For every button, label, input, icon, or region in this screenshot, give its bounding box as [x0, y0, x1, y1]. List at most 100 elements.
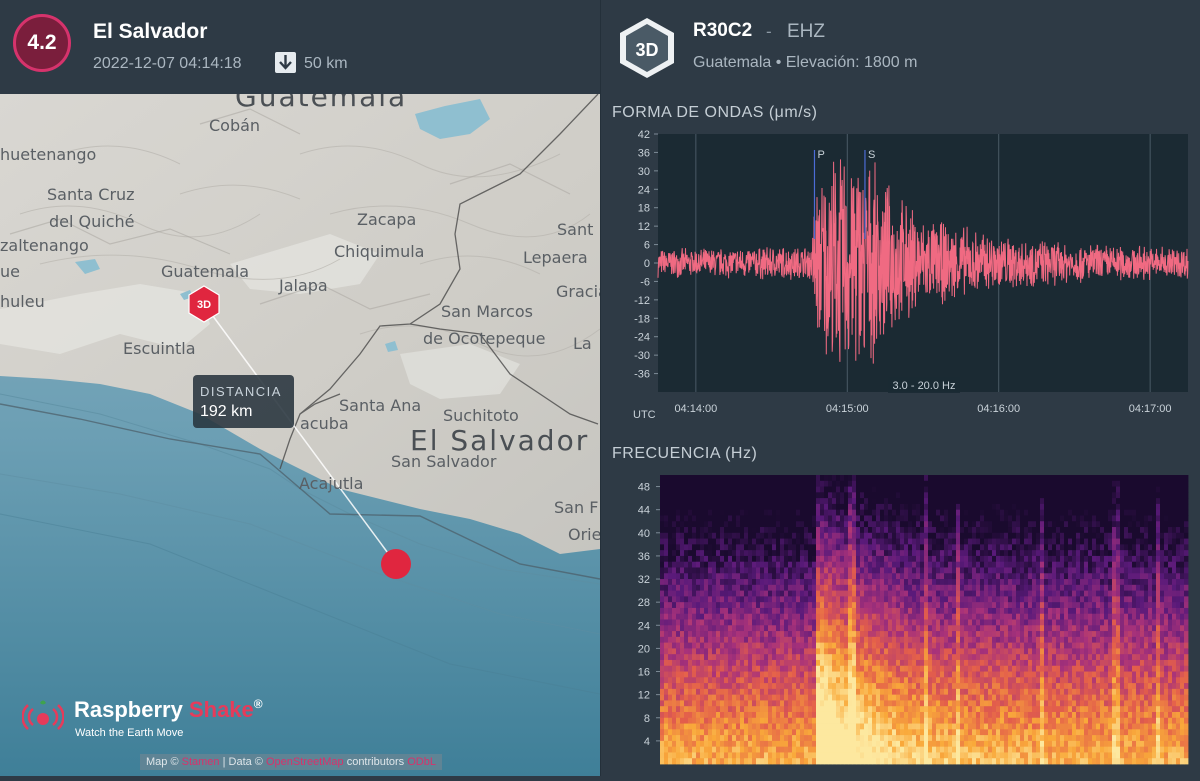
spectrogram-cell — [988, 672, 992, 678]
spectrogram-cell — [856, 637, 860, 643]
spectrogram-cell — [924, 735, 928, 741]
spectrogram-cell — [800, 741, 804, 747]
spectrogram-cell — [820, 602, 824, 608]
spectrogram-cell — [796, 683, 800, 689]
attribution-link[interactable]: OpenStreetMap — [266, 756, 344, 768]
spectrogram-cell — [884, 533, 888, 539]
spectrogram-cell — [660, 648, 664, 654]
spectrogram-cell — [880, 562, 884, 568]
spectrogram-cell — [832, 689, 836, 695]
spectrogram-cell — [940, 579, 944, 585]
spectrogram-cell — [832, 562, 836, 568]
spectrogram-cell — [1048, 689, 1052, 695]
spectrogram-cell — [968, 741, 972, 747]
spectrogram-cell — [784, 556, 788, 562]
spectrogram-cell — [1020, 591, 1024, 597]
spectrogram-cell — [1028, 504, 1032, 510]
spectrogram-cell — [880, 758, 884, 764]
spectrogram-cell — [864, 562, 868, 568]
spectrogram-cell — [764, 712, 768, 718]
attribution-link[interactable]: ODbL — [407, 756, 436, 768]
spectrogram-cell — [772, 718, 776, 724]
spectrogram-cell — [944, 550, 948, 556]
y-tick-label: -18 — [634, 313, 650, 325]
spectrogram-cell — [812, 608, 816, 614]
spectrogram-cell — [820, 556, 824, 562]
station-location: Guatemala • Elevación: 1800 m — [693, 54, 917, 72]
spectrogram-chart[interactable]: 4844403632282420161284 — [600, 470, 1200, 776]
spectrogram-cell — [732, 596, 736, 602]
spectrogram-cell — [728, 689, 732, 695]
spectrogram-cell — [804, 608, 808, 614]
spectrogram-cell — [884, 648, 888, 654]
spectrogram-cell — [976, 608, 980, 614]
spectrogram-cell — [956, 579, 960, 585]
spectrogram-cell — [796, 579, 800, 585]
spectrogram-cell — [684, 492, 688, 498]
spectrogram-cell — [696, 666, 700, 672]
spectrogram-cell — [752, 475, 756, 481]
spectrogram-cell — [844, 527, 848, 533]
spectrogram-cell — [992, 689, 996, 695]
spectrogram-cell — [880, 591, 884, 597]
spectrogram-cell — [932, 666, 936, 672]
spectrogram-cell — [1000, 654, 1004, 660]
spectrogram-cell — [1008, 481, 1012, 487]
spectrogram-cell — [964, 556, 968, 562]
spectrogram-cell — [836, 683, 840, 689]
spectrogram-cell — [664, 700, 668, 706]
spectrogram-cell — [684, 741, 688, 747]
spectrogram-cell — [688, 752, 692, 758]
spectrogram-cell — [1032, 718, 1036, 724]
spectrogram-cell — [724, 510, 728, 516]
spectrogram-cell — [860, 672, 864, 678]
spectrogram-cell — [752, 573, 756, 579]
spectrogram-cell — [948, 550, 952, 556]
spectrogram-cell — [992, 677, 996, 683]
spectrogram-cell — [820, 637, 824, 643]
spectrogram-cell — [912, 504, 916, 510]
spectrogram-cell — [844, 498, 848, 504]
filter-label: 3.0 - 20.0 Hz — [893, 380, 956, 392]
spectrogram-cell — [800, 672, 804, 678]
spectrogram-cell — [768, 625, 772, 631]
spectrogram-cell — [952, 758, 956, 764]
spectrogram-cell — [896, 677, 900, 683]
spectrogram-cell — [860, 521, 864, 527]
spectrogram-cell — [940, 689, 944, 695]
spectrogram-cell — [928, 562, 932, 568]
spectrogram-cell — [876, 648, 880, 654]
spectrogram-cell — [816, 481, 820, 487]
spectrogram-cell — [660, 666, 664, 672]
spectrogram-cell — [704, 625, 708, 631]
spectrogram-cell — [772, 521, 776, 527]
spectrogram-cell — [992, 666, 996, 672]
spectrogram-cell — [748, 596, 752, 602]
spectrogram-cell — [920, 602, 924, 608]
spectrogram-cell — [812, 700, 816, 706]
waveform-chart[interactable]: 42363024181260-6-12-18-24-30-36 04:14:00… — [600, 128, 1200, 428]
spectrogram-cell — [924, 498, 928, 504]
attribution-link[interactable]: Stamen — [182, 756, 220, 768]
spectrogram-cell — [968, 510, 972, 516]
spectrogram-cell — [680, 515, 684, 521]
place-label: Acajutla — [299, 474, 363, 493]
spectrogram-cell — [916, 492, 920, 498]
spectrogram-cell — [840, 498, 844, 504]
spectrogram-cell — [1016, 498, 1020, 504]
spectrogram-cell — [728, 510, 732, 516]
map[interactable]: 3D Guatemala Cobán huetenango Santa Cruz… — [0, 94, 600, 776]
spectrogram-cell — [768, 573, 772, 579]
spectrogram-cell — [936, 567, 940, 573]
spectrogram-cell — [800, 735, 804, 741]
spectrogram-cell — [860, 683, 864, 689]
spectrogram-cell — [712, 620, 716, 626]
spectrogram-cell — [1008, 643, 1012, 649]
place-label: Zacapa — [357, 210, 416, 229]
spectrogram-cell — [1024, 567, 1028, 573]
spectrogram-cell — [1020, 614, 1024, 620]
spectrogram-cell — [764, 521, 768, 527]
spectrogram-cell — [884, 527, 888, 533]
spectrogram-cell — [672, 677, 676, 683]
spectrogram-cell — [1016, 550, 1020, 556]
